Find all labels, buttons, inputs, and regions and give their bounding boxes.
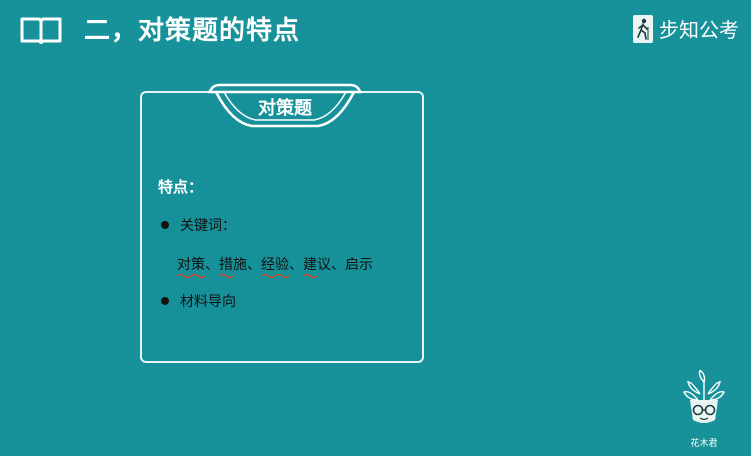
keyword-qishi: 启示 <box>345 257 373 273</box>
keyword-text: 对策 <box>177 257 205 273</box>
brand: 步知公考 <box>633 14 739 43</box>
bullet-keywords-label: 关键词： <box>180 218 236 234</box>
bullet-dot <box>161 297 169 305</box>
features-heading: 特点： <box>158 178 204 196</box>
open-book-icon <box>20 16 62 45</box>
keyword-cuoshi: 措施 <box>219 254 247 279</box>
keyword-separator: 、 <box>289 257 303 273</box>
keyword-text: 建议 <box>303 257 331 273</box>
keyword-text: 经验 <box>261 257 289 273</box>
keyword-list: 对策 、 措施 、 经验 、 建议 、启示 <box>177 254 373 279</box>
mascot-caption: 花木君 <box>690 439 718 449</box>
squiggle-underline <box>219 273 234 279</box>
keyword-text: 措施 <box>219 257 247 273</box>
keyword-separator: 、 <box>205 257 219 273</box>
squiggle-underline <box>261 273 289 279</box>
bullet-dot <box>161 221 169 229</box>
flower-mascot-icon <box>678 368 730 434</box>
keyword-duice: 对策 <box>177 254 205 279</box>
hiker-logo-icon <box>633 14 653 43</box>
squiggle-underline <box>303 273 318 279</box>
slide-title: 二，对策题的特点 <box>84 16 301 46</box>
brand-name: 步知公考 <box>659 18 739 42</box>
squiggle-underline <box>177 273 205 279</box>
keyword-jianyi: 建议 <box>303 254 331 279</box>
keyword-separator: 、 <box>247 257 261 273</box>
bullet-material-label: 材料导向 <box>180 294 236 310</box>
card-tab: 对策题 <box>202 79 368 131</box>
card-tab-label: 对策题 <box>258 98 312 119</box>
keyword-jingyan: 经验 <box>261 254 289 279</box>
keyword-separator: 、 <box>331 257 345 273</box>
